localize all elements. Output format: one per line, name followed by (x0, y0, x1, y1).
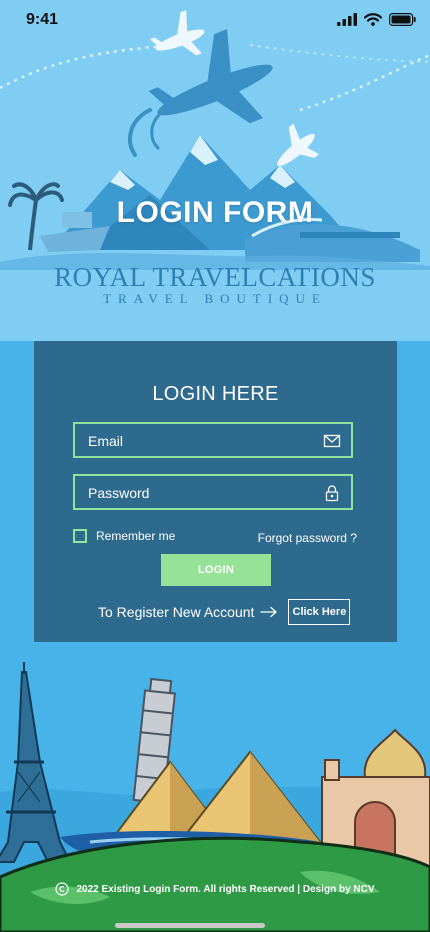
copyright-icon (55, 882, 70, 896)
footer: 2022 Existing Login Form. All rights Res… (0, 882, 430, 896)
footer-text: 2022 Existing Login Form. All rights Res… (76, 883, 375, 895)
status-time: 9:41 (26, 11, 59, 28)
email-field[interactable] (73, 422, 353, 458)
forgot-password-link[interactable]: Forgot password ? (258, 531, 357, 545)
login-button[interactable]: LOGIN (161, 554, 271, 586)
remember-me[interactable]: Remember me (73, 529, 175, 543)
lock-icon (325, 485, 339, 502)
login-card: LOGIN HERE Remember me Forgot password ?… (34, 341, 397, 642)
password-input[interactable] (75, 476, 320, 510)
remember-label: Remember me (96, 529, 176, 543)
register-row: To Register New Account Click Here (98, 599, 351, 625)
cellular-signal-icon (337, 13, 357, 26)
status-bar: 9:41 (0, 0, 430, 44)
home-indicator (115, 923, 265, 928)
click-here-button[interactable]: Click Here (288, 599, 351, 625)
email-input[interactable] (75, 424, 320, 458)
brand-tagline: TRAVEL BOUTIQUE (103, 291, 327, 306)
register-text: To Register New Account (98, 604, 255, 620)
arrow-right-icon (260, 606, 278, 618)
status-icons (337, 13, 416, 26)
remember-checkbox[interactable] (73, 529, 87, 543)
hero-banner: LOGIN FORM ROYAL TRAVELCATIONS TRAVEL BO… (0, 0, 430, 341)
battery-icon (389, 13, 416, 26)
envelope-icon (323, 434, 341, 448)
login-card-title: LOGIN HERE (152, 383, 279, 405)
password-field[interactable] (73, 474, 353, 510)
brand-name: ROYAL TRAVELCATIONS (54, 262, 376, 292)
hero-title: LOGIN FORM (116, 196, 314, 229)
right-plane-icon (277, 123, 320, 167)
wifi-icon (364, 13, 382, 26)
